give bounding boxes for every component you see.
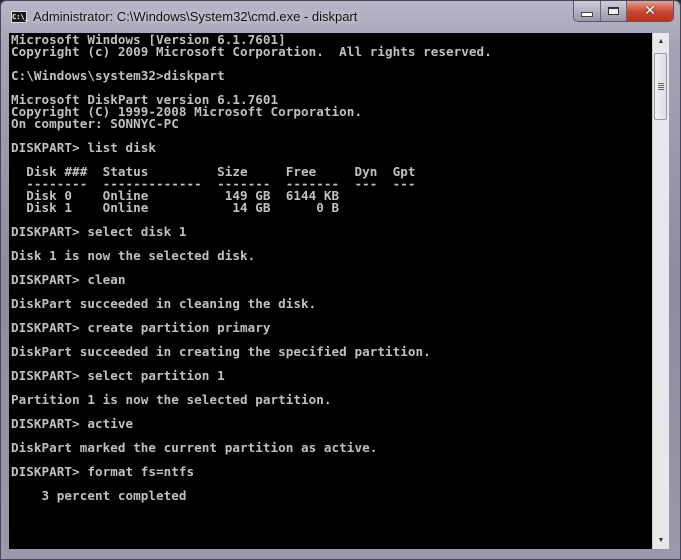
minimize-icon (581, 11, 593, 17)
arrow-down-icon: ▼ (657, 537, 665, 544)
console-line: Partition 1 is now the selected partitio… (11, 392, 332, 407)
console-line: Disk 1 Online 14 GB 0 B (11, 200, 340, 215)
console-line: Disk 1 is now the selected disk. (11, 248, 256, 263)
maximize-button[interactable] (601, 1, 627, 21)
console-line: 3 percent completed (11, 488, 187, 503)
console-line: Copyright (c) 2009 Microsoft Corporation… (11, 44, 492, 59)
scroll-thumb[interactable] (654, 53, 667, 120)
minimize-button[interactable] (574, 1, 601, 21)
window-bottom-border (1, 547, 680, 559)
console-line: C:\Windows\system32>diskpart (11, 68, 225, 83)
arrow-up-icon: ▲ (657, 38, 665, 45)
cmd-window: C:\_ Administrator: C:\Windows\System32\… (0, 0, 681, 560)
close-button[interactable]: ✕ (627, 1, 673, 21)
console-line: DISKPART> create partition primary (11, 320, 271, 335)
cmd-app-icon[interactable]: C:\_ (11, 11, 29, 23)
console-line: DiskPart marked the current partition as… (11, 440, 378, 455)
console-line: On computer: SONNYC-PC (11, 116, 179, 131)
console-line: DISKPART> select partition 1 (11, 368, 225, 383)
console-line: DISKPART> active (11, 416, 134, 431)
scroll-up-button[interactable]: ▲ (653, 33, 669, 50)
console-line: DISKPART> format fs=ntfs (11, 464, 195, 479)
console-output[interactable]: Microsoft Windows [Version 6.1.7601] Copy… (9, 33, 652, 549)
title-bar[interactable]: C:\_ Administrator: C:\Windows\System32\… (1, 1, 680, 33)
console-text: Microsoft Windows [Version 6.1.7601] Copy… (11, 33, 492, 503)
console-line: DISKPART> list disk (11, 140, 157, 155)
caption-buttons: ✕ (573, 1, 674, 22)
grip-icon (658, 83, 664, 90)
window-title: Administrator: C:\Windows\System32\cmd.e… (33, 9, 358, 24)
close-icon: ✕ (644, 3, 656, 19)
vertical-scrollbar[interactable]: ▲ ▼ (652, 33, 669, 549)
console-line: DISKPART> clean (11, 272, 126, 287)
console-line: DiskPart succeeded in cleaning the disk. (11, 296, 317, 311)
maximize-icon (608, 7, 619, 15)
console-line: DISKPART> select disk 1 (11, 224, 187, 239)
console-line: DiskPart succeeded in creating the speci… (11, 344, 431, 359)
